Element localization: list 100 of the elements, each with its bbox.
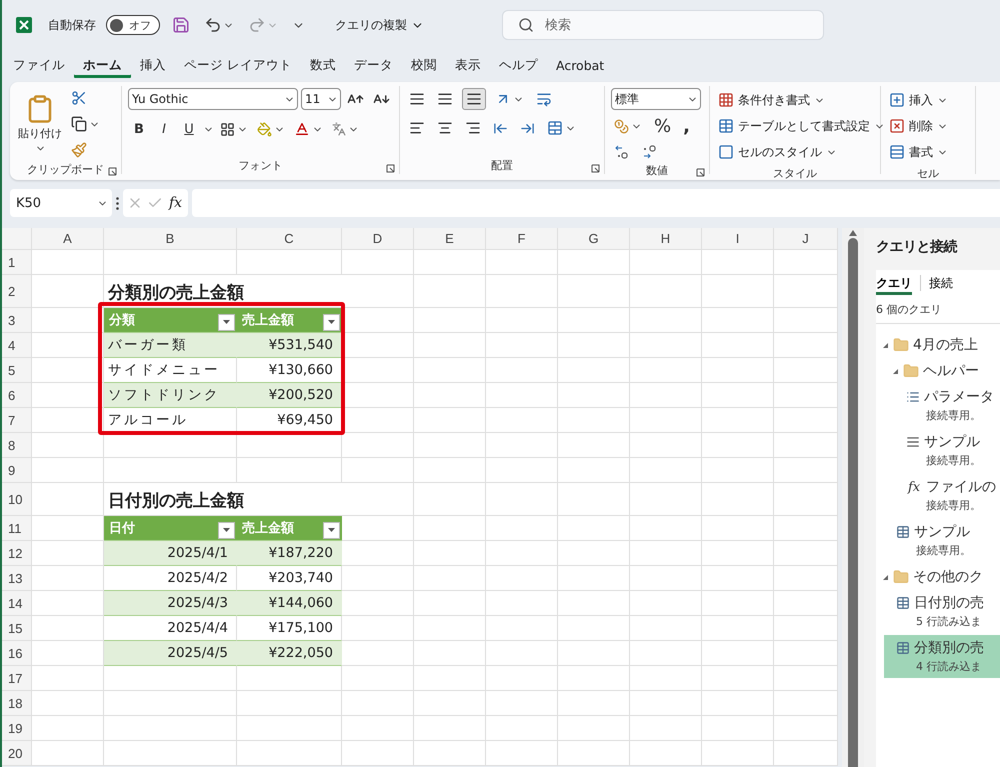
row-header[interactable]: 17 xyxy=(2,666,32,691)
empty-cell[interactable] xyxy=(774,641,838,666)
folder-row[interactable]: ヘルパー xyxy=(876,358,1000,384)
empty-cell[interactable] xyxy=(414,408,486,433)
comma-button[interactable]: , xyxy=(680,114,693,139)
empty-cell[interactable] xyxy=(702,408,774,433)
select-all-corner[interactable] xyxy=(2,228,32,250)
empty-cell[interactable] xyxy=(630,408,702,433)
row-header[interactable]: 18 xyxy=(2,691,32,716)
empty-cell[interactable] xyxy=(237,691,342,716)
cell-command-button[interactable]: 削除 xyxy=(887,114,950,138)
query-item[interactable]: 分類別の売 4 行読み込ま xyxy=(884,635,1000,678)
empty-cell[interactable] xyxy=(702,616,774,641)
empty-cell[interactable] xyxy=(630,250,702,275)
empty-cell[interactable] xyxy=(104,458,237,483)
empty-cell[interactable] xyxy=(414,483,486,516)
number-format-select[interactable]: 標準 xyxy=(611,88,701,110)
column-header[interactable]: I xyxy=(702,228,774,250)
row-header[interactable]: 14 xyxy=(2,591,32,616)
empty-cell[interactable] xyxy=(486,741,558,766)
empty-cell[interactable] xyxy=(237,250,342,275)
empty-cell[interactable] xyxy=(342,691,414,716)
empty-cell[interactable] xyxy=(702,383,774,408)
empty-cell[interactable] xyxy=(774,716,838,741)
empty-cell[interactable] xyxy=(774,333,838,358)
menu-tab[interactable]: データ xyxy=(344,52,402,78)
empty-cell[interactable] xyxy=(702,483,774,516)
query-item[interactable]: サンプル 接続専用。 xyxy=(884,519,1000,562)
font-style-button[interactable]: I xyxy=(153,118,175,140)
autosave-toggle[interactable]: オフ xyxy=(106,15,160,35)
empty-cell[interactable] xyxy=(630,741,702,766)
empty-cell[interactable] xyxy=(486,516,558,541)
filter-button[interactable] xyxy=(218,522,235,538)
empty-cell[interactable] xyxy=(558,541,630,566)
empty-cell[interactable] xyxy=(414,616,486,641)
font-name-select[interactable]: Yu Gothic xyxy=(128,88,298,110)
empty-cell[interactable] xyxy=(702,458,774,483)
menu-tab[interactable]: 挿入 xyxy=(131,52,175,78)
empty-cell[interactable] xyxy=(774,308,838,333)
empty-cell[interactable] xyxy=(702,741,774,766)
empty-cell[interactable] xyxy=(486,666,558,691)
folder-row[interactable]: その他のク xyxy=(876,564,1000,590)
empty-cell[interactable] xyxy=(486,541,558,566)
scroll-up-icon[interactable] xyxy=(849,230,857,236)
empty-cell[interactable] xyxy=(558,358,630,383)
empty-cell[interactable] xyxy=(558,483,630,516)
empty-cell[interactable] xyxy=(774,666,838,691)
empty-cell[interactable] xyxy=(558,383,630,408)
empty-cell[interactable] xyxy=(342,741,414,766)
folder-row[interactable]: 4月の売上 xyxy=(876,332,1000,358)
empty-cell[interactable] xyxy=(104,716,237,741)
row-header[interactable]: 15 xyxy=(2,616,32,641)
empty-cell[interactable] xyxy=(702,358,774,383)
column-header[interactable]: J xyxy=(774,228,838,250)
empty-cell[interactable] xyxy=(558,516,630,541)
empty-cell[interactable] xyxy=(702,275,774,308)
menu-tab[interactable]: Acrobat xyxy=(546,54,614,76)
align-bottom-button[interactable] xyxy=(462,88,486,110)
empty-cell[interactable] xyxy=(702,433,774,458)
empty-cell[interactable] xyxy=(558,433,630,458)
empty-cell[interactable] xyxy=(630,383,702,408)
empty-cell[interactable] xyxy=(558,250,630,275)
empty-cell[interactable] xyxy=(630,358,702,383)
empty-cell[interactable] xyxy=(486,458,558,483)
empty-cell[interactable] xyxy=(104,433,237,458)
row-header[interactable]: 5 xyxy=(2,358,32,383)
empty-cell[interactable] xyxy=(414,541,486,566)
empty-cell[interactable] xyxy=(414,458,486,483)
cell-command-button[interactable]: 挿入 xyxy=(887,88,950,112)
filter-button[interactable] xyxy=(323,314,340,330)
row-header[interactable]: 8 xyxy=(2,433,32,458)
empty-cell[interactable] xyxy=(237,458,342,483)
column-header[interactable]: G xyxy=(558,228,630,250)
empty-cell[interactable] xyxy=(486,691,558,716)
empty-cell[interactable] xyxy=(774,250,838,275)
empty-cell[interactable] xyxy=(486,408,558,433)
empty-cell[interactable] xyxy=(486,308,558,333)
row-header[interactable]: 20 xyxy=(2,741,32,766)
empty-cell[interactable] xyxy=(558,566,630,591)
empty-cell[interactable] xyxy=(237,666,342,691)
name-box[interactable]: K50 xyxy=(10,189,112,217)
empty-cell[interactable] xyxy=(630,433,702,458)
empty-cell[interactable] xyxy=(486,383,558,408)
empty-cell[interactable] xyxy=(486,566,558,591)
empty-cell[interactable] xyxy=(558,691,630,716)
query-item[interactable]: 日付別の売 5 行読み込ま xyxy=(884,590,1000,633)
empty-cell[interactable] xyxy=(414,641,486,666)
paste-button[interactable]: 貼り付け xyxy=(16,92,64,156)
query-item[interactable]: パラメータ 接続専用。 xyxy=(884,384,1000,427)
empty-cell[interactable] xyxy=(414,383,486,408)
row-header[interactable]: 11 xyxy=(2,516,32,541)
row-header[interactable]: 3 xyxy=(2,308,32,333)
empty-cell[interactable] xyxy=(414,275,486,308)
empty-cell[interactable] xyxy=(414,333,486,358)
row-header[interactable]: 19 xyxy=(2,716,32,741)
empty-cell[interactable] xyxy=(486,591,558,616)
empty-cell[interactable] xyxy=(702,716,774,741)
empty-cell[interactable] xyxy=(558,308,630,333)
insert-function-button[interactable]: fx xyxy=(167,195,184,211)
font-style-button[interactable]: B xyxy=(128,118,150,140)
